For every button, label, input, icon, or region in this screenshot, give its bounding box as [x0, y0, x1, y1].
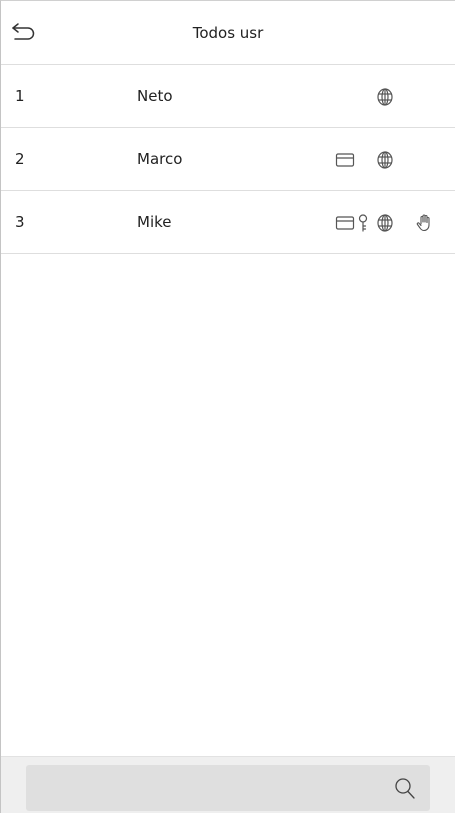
- user-name: Marco: [137, 150, 183, 168]
- face-icon: [375, 150, 395, 170]
- search-icon[interactable]: [394, 777, 416, 801]
- search-input[interactable]: [36, 765, 380, 813]
- page-title: Todos usr: [192, 24, 264, 42]
- user-number: 3: [15, 213, 25, 231]
- header-bar: Todos usr: [1, 1, 455, 65]
- user-row[interactable]: 3 Mike: [1, 191, 455, 254]
- palm-icon: [415, 213, 435, 233]
- face-icon: [375, 213, 395, 233]
- face-icon: [375, 87, 395, 107]
- user-name: Mike: [137, 213, 172, 231]
- user-number: 2: [15, 150, 25, 168]
- card-icon: [335, 150, 355, 170]
- card-icon: [335, 213, 355, 233]
- user-name: Neto: [137, 87, 173, 105]
- user-row[interactable]: 1 Neto: [1, 65, 455, 128]
- password-key-icon: [355, 213, 375, 233]
- back-arrow-icon: [12, 23, 35, 40]
- all-users-screen: Todos usr 1 Neto 2 Marco 3 Mike: [0, 0, 455, 813]
- user-row[interactable]: 2 Marco: [1, 128, 455, 191]
- back-button[interactable]: [9, 17, 41, 49]
- search-box[interactable]: [26, 765, 430, 813]
- user-list: 1 Neto 2 Marco 3 Mike: [1, 65, 455, 254]
- search-bar: [1, 756, 455, 813]
- user-number: 1: [15, 87, 25, 105]
